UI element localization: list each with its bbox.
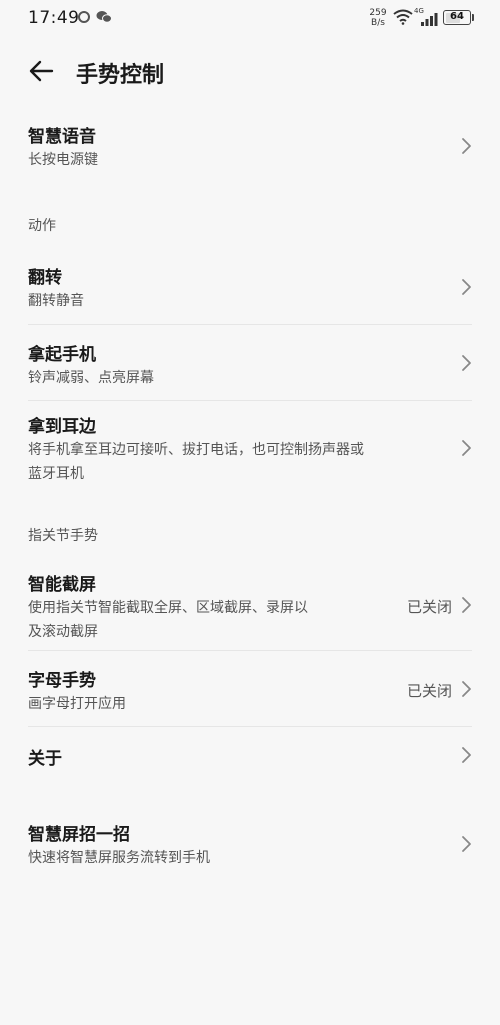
divider <box>28 726 472 727</box>
pick-up-phone-item[interactable]: 拿起手机 铃声减弱、点亮屏幕 <box>28 328 472 400</box>
about-item[interactable]: 关于 <box>28 730 472 786</box>
pick-up-phone-subtitle: 铃声减弱、点亮屏幕 <box>28 370 154 386</box>
chevron-right-icon <box>462 138 471 154</box>
section-label-knuckle-gestures: 指关节手势 <box>28 528 98 544</box>
raise-to-ear-item[interactable]: 拿到耳边 将手机拿至耳边可接听、拔打电话，也可控制扬声器或 蓝牙耳机 <box>28 404 472 496</box>
raise-to-ear-subtitle-line2: 蓝牙耳机 <box>28 466 84 482</box>
wechat-icon <box>96 11 112 23</box>
signal-bars-icon <box>421 13 438 26</box>
smart-screenshot-title: 智能截屏 <box>28 575 96 595</box>
notification-app-icon <box>78 11 90 23</box>
screen: 17:49 259 B/s 4G 64 手势控制 智慧语音 长按电源键 动作 翻… <box>0 0 500 1025</box>
letter-gestures-status: 已关闭 <box>406 682 452 700</box>
smart-voice-title: 智慧语音 <box>28 127 96 147</box>
smart-screenshot-item[interactable]: 智能截屏 使用指关节智能截取全屏、区域截屏、录屏以 及滚动截屏 已关闭 <box>28 560 472 650</box>
smart-screenshot-subtitle-line2: 及滚动截屏 <box>28 624 98 640</box>
wifi-icon <box>393 9 413 25</box>
chevron-right-icon <box>462 681 471 697</box>
battery-tip <box>472 14 474 21</box>
smart-voice-subtitle: 长按电源键 <box>28 152 98 168</box>
raise-to-ear-subtitle-line1: 将手机拿至耳边可接听、拔打电话，也可控制扬声器或 <box>28 442 364 458</box>
section-label-actions: 动作 <box>28 218 56 234</box>
smart-screen-wave-title: 智慧屏招一招 <box>28 825 130 845</box>
about-title: 关于 <box>28 749 62 769</box>
cellular-signal: 4G <box>414 7 438 26</box>
divider <box>28 650 472 651</box>
chevron-right-icon <box>462 355 471 371</box>
divider <box>28 324 472 325</box>
letter-gestures-item[interactable]: 字母手势 画字母打开应用 已关闭 <box>28 654 472 726</box>
chevron-right-icon <box>462 597 471 613</box>
letter-gestures-title: 字母手势 <box>28 671 96 691</box>
pick-up-phone-title: 拿起手机 <box>28 345 96 365</box>
network-speed-unit: B/s <box>371 18 385 28</box>
smart-screen-wave-subtitle: 快速将智慧屏服务流转到手机 <box>28 850 210 866</box>
network-speed-value: 259 <box>369 8 387 18</box>
network-speed: 259 B/s <box>366 8 390 28</box>
divider <box>28 400 472 401</box>
flip-item[interactable]: 翻转 翻转静音 <box>28 252 472 324</box>
battery-percent: 64 <box>450 11 464 22</box>
page-title: 手势控制 <box>76 63 165 88</box>
smart-screenshot-status: 已关闭 <box>406 598 452 616</box>
smart-screenshot-subtitle-line1: 使用指关节智能截取全屏、区域截屏、录屏以 <box>28 600 308 616</box>
chevron-right-icon <box>462 836 471 852</box>
chevron-right-icon <box>462 747 471 763</box>
back-arrow-icon[interactable] <box>22 54 62 88</box>
status-bar: 17:49 259 B/s 4G 64 <box>0 0 500 38</box>
flip-title: 翻转 <box>28 268 62 288</box>
smart-screen-wave-item[interactable]: 智慧屏招一招 快速将智慧屏服务流转到手机 <box>28 808 472 884</box>
smart-voice-item[interactable]: 智慧语音 长按电源键 <box>28 110 472 186</box>
chevron-right-icon <box>462 279 471 295</box>
battery-icon: 64 <box>443 10 471 25</box>
status-time: 17:49 <box>28 8 80 28</box>
flip-subtitle: 翻转静音 <box>28 293 84 309</box>
letter-gestures-subtitle: 画字母打开应用 <box>28 696 126 712</box>
raise-to-ear-title: 拿到耳边 <box>28 417 96 437</box>
chevron-right-icon <box>462 440 471 456</box>
